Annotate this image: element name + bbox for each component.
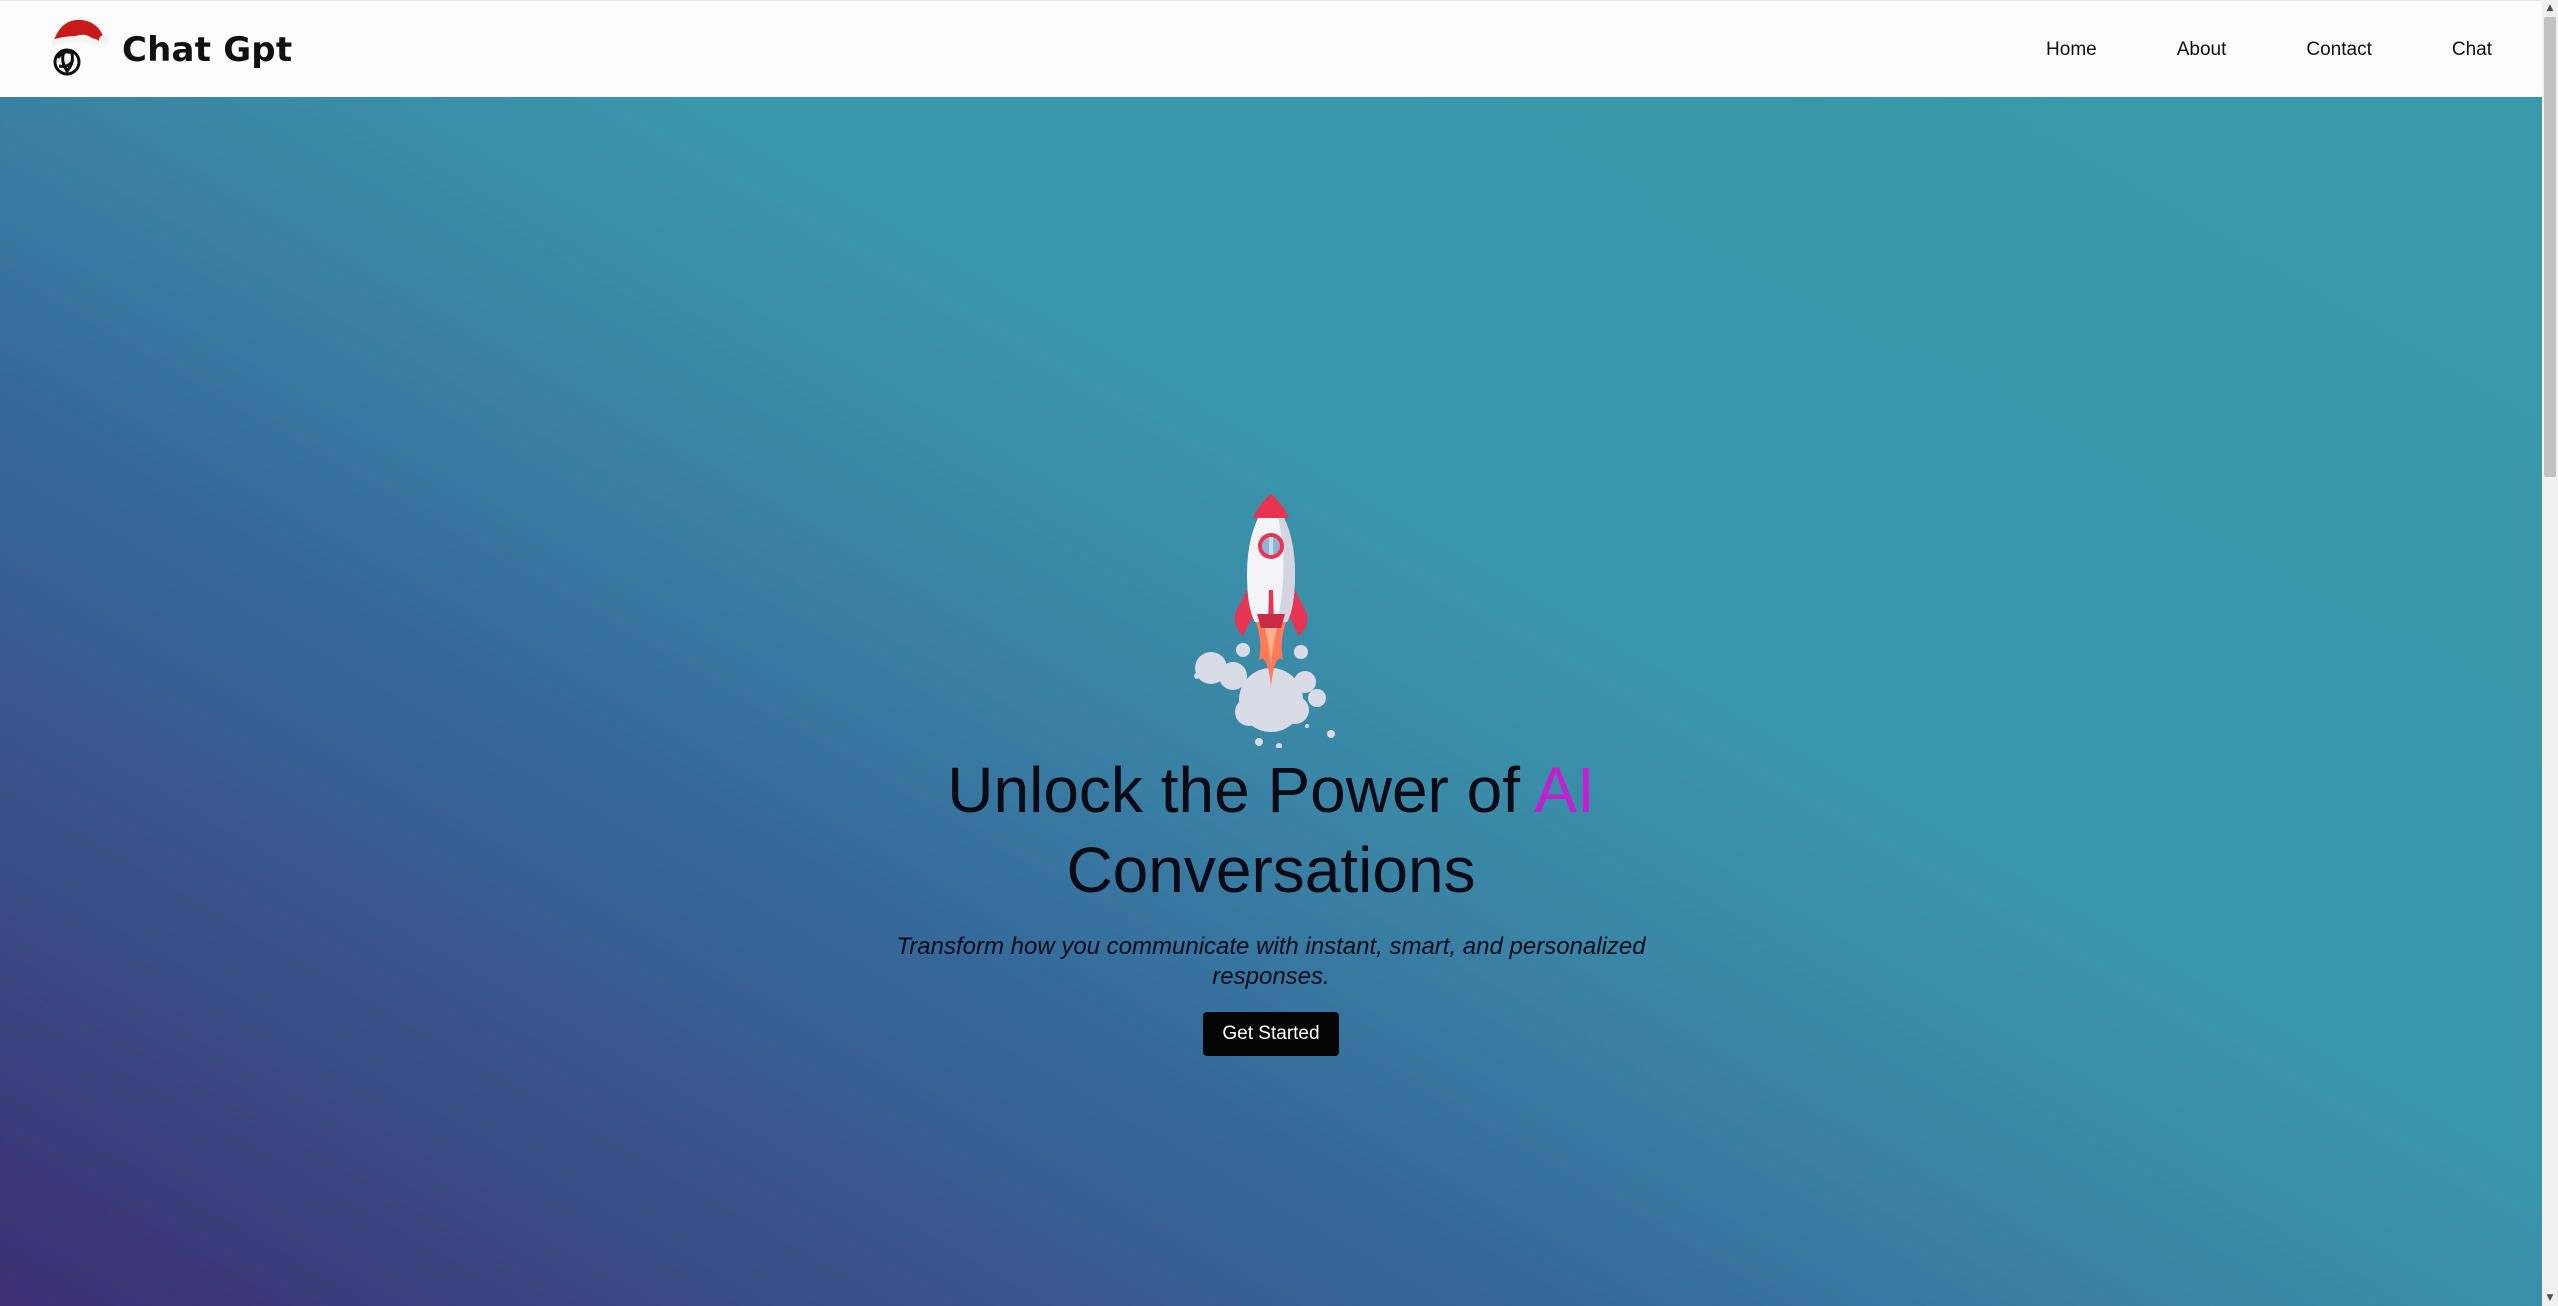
openai-logo-with-santa-hat-icon (42, 14, 114, 86)
hero-title-part2: Conversations (1066, 834, 1476, 906)
nav-item-home[interactable]: Home (2046, 39, 2097, 61)
hero-section: Unlock the Power of AI Conversations Tran… (0, 97, 2542, 1306)
nav-item-contact[interactable]: Contact (2306, 39, 2371, 61)
hero-content: Unlock the Power of AI Conversations Tran… (0, 490, 2542, 1056)
vertical-scrollbar[interactable]: ▲ ▼ (2542, 0, 2558, 1306)
scroll-up-arrow-icon[interactable]: ▲ (2542, 0, 2558, 16)
scroll-thumb[interactable] (2544, 17, 2556, 477)
hero-title: Unlock the Power of AI Conversations (821, 750, 1721, 910)
hero-title-part1: Unlock the Power of (947, 754, 1535, 826)
hero-title-accent: AI (1534, 754, 1595, 826)
nav-item-about[interactable]: About (2177, 39, 2227, 61)
brand[interactable]: Chat Gpt (42, 5, 292, 95)
nav-menu: Home About Contact Chat (1966, 1, 2542, 98)
navbar: Chat Gpt Home About Contact Chat (0, 0, 2542, 97)
rocket-icon (1194, 494, 1335, 748)
brand-name: Chat Gpt (122, 30, 293, 70)
page: Chat Gpt Home About Contact Chat Unlock … (0, 0, 2558, 1306)
get-started-button[interactable]: Get Started (1203, 1012, 1339, 1056)
nav-item-chat[interactable]: Chat (2452, 39, 2492, 61)
hero-subtitle: Transform how you communicate with insta… (896, 933, 1646, 990)
scroll-down-arrow-icon[interactable]: ▼ (2542, 1290, 2558, 1306)
